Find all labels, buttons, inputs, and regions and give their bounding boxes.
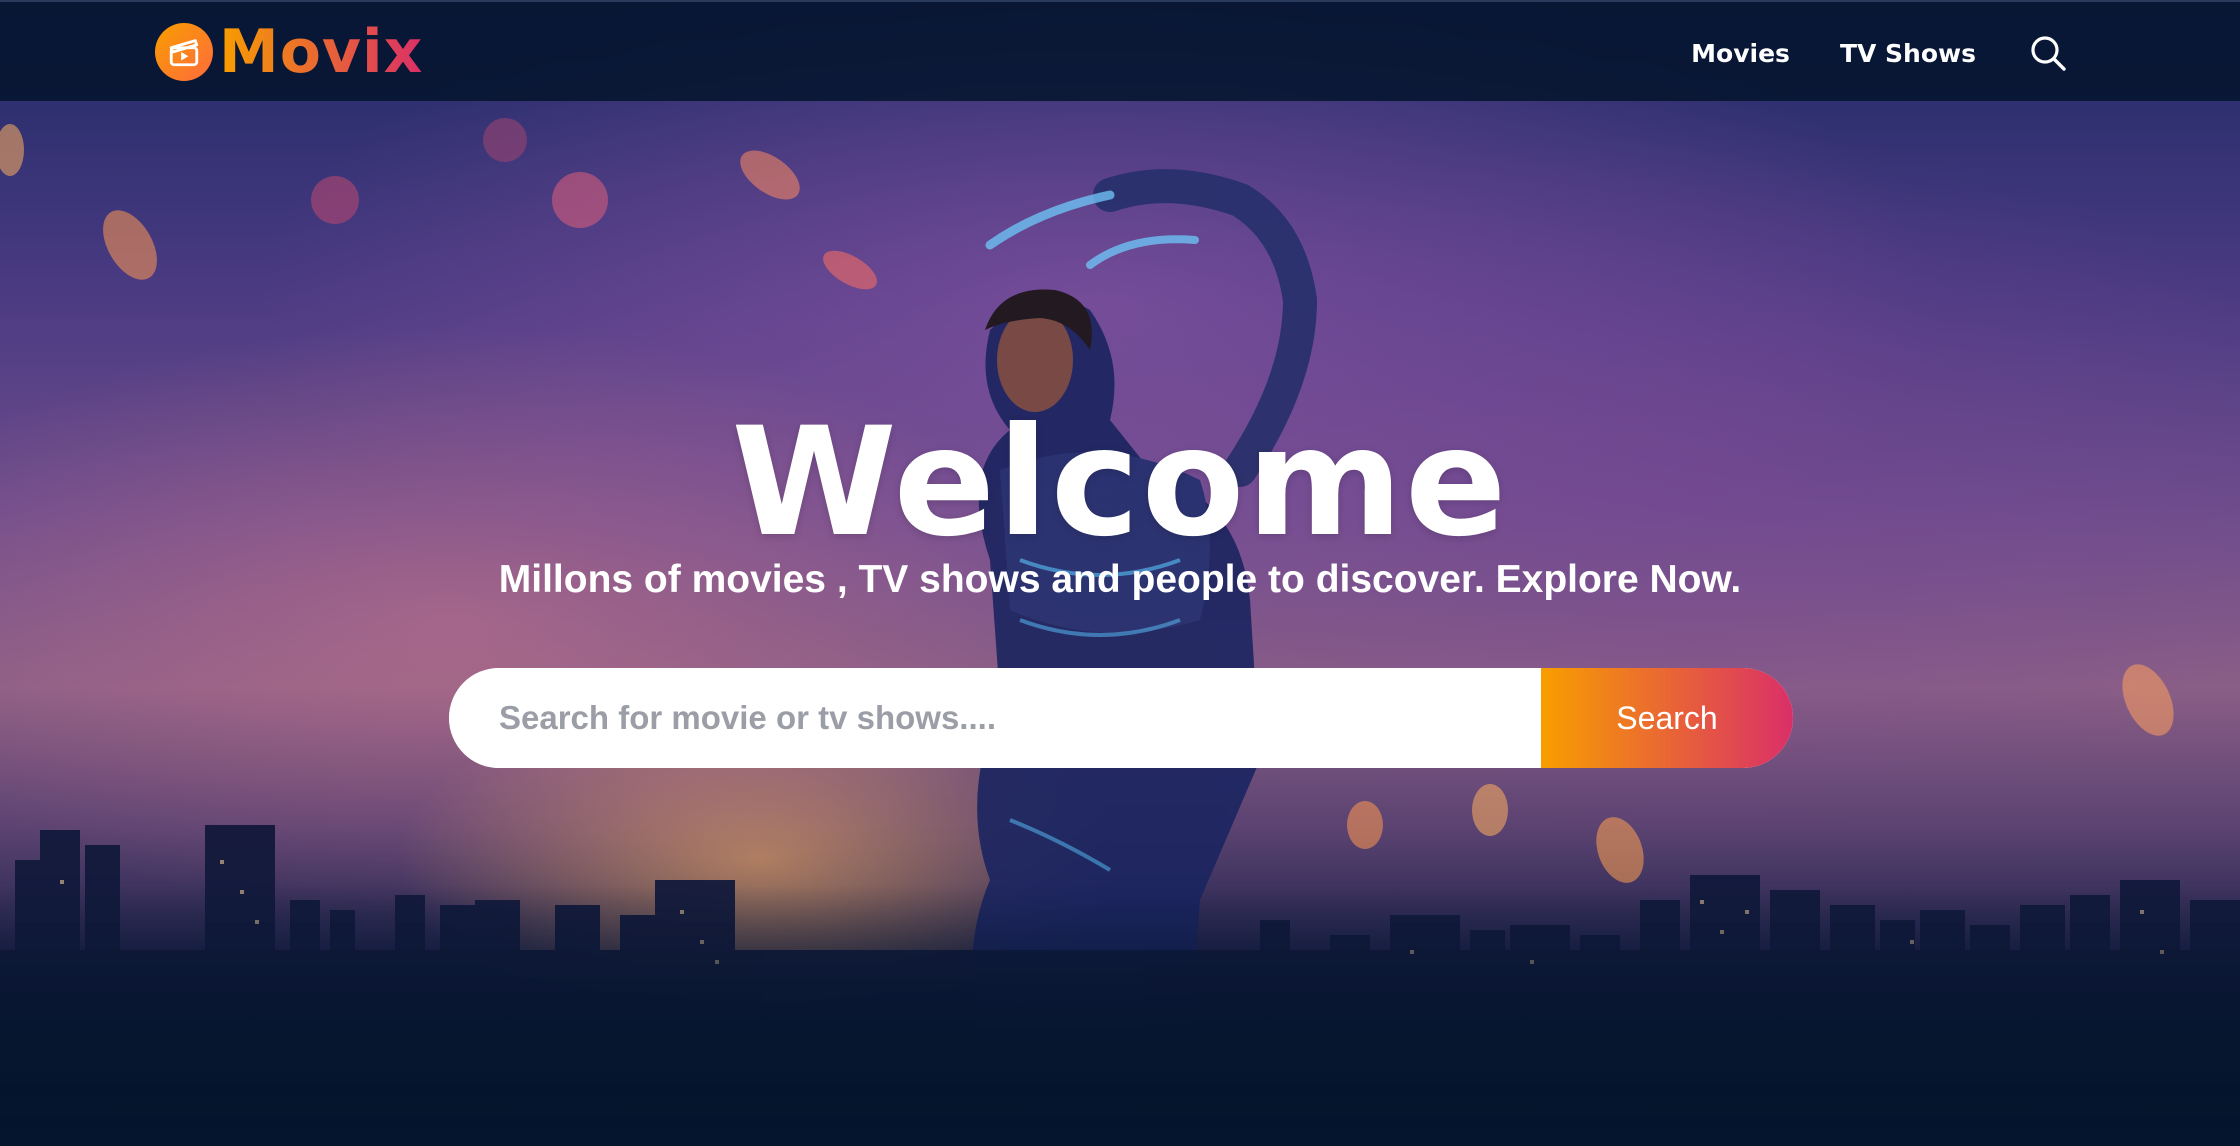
hero-title: Welcome (731, 396, 1509, 570)
nav-movies-link[interactable]: Movies (1691, 39, 1790, 68)
hero-subtitle: Millons of movies , TV shows and people … (498, 558, 1742, 601)
main-nav: Movies TV Shows (1641, 30, 2068, 76)
hero-bottom-fade (0, 886, 2240, 1146)
search-input[interactable] (449, 668, 1541, 768)
movix-logo[interactable]: Movix (155, 22, 423, 82)
search-button[interactable]: Search (1541, 668, 1793, 768)
home-page: Movix Movies TV Shows Welcome Millons of… (0, 0, 2240, 1146)
top-header: Movix Movies TV Shows (0, 0, 2240, 101)
nav-tv-shows-link[interactable]: TV Shows (1840, 39, 1976, 68)
hero-search-bar: Search (449, 668, 1793, 768)
clapperboard-icon (155, 23, 213, 81)
search-icon[interactable] (2028, 33, 2068, 73)
logo-text: Movix (219, 17, 424, 87)
